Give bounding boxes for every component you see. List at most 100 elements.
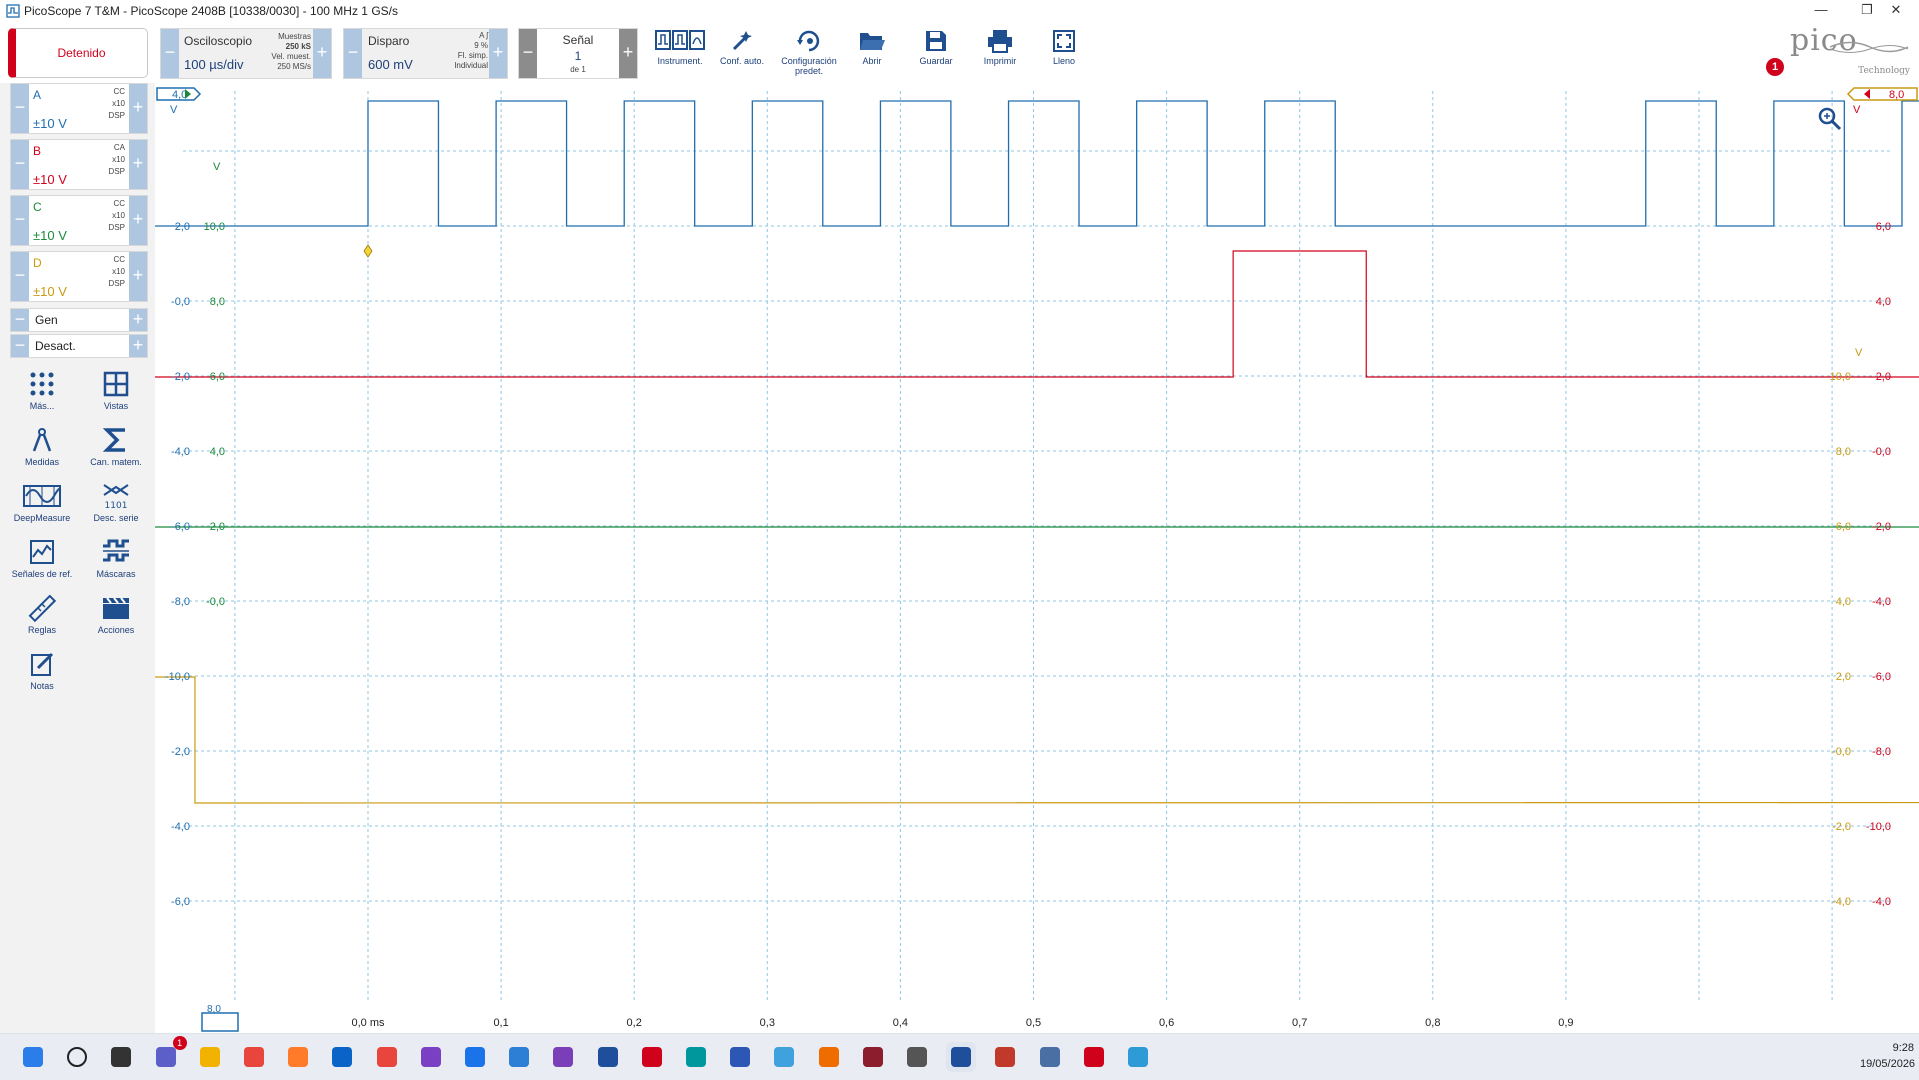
altium-icon[interactable]: [858, 1042, 888, 1072]
close-button[interactable]: ✕: [1873, 0, 1919, 22]
channel-d-decrease-button[interactable]: −: [11, 252, 29, 301]
instruments-button[interactable]: Instrument.: [650, 28, 710, 78]
oscilloscope-view[interactable]: 0,0 ms 0,1 0,2 0,3 0,4 0,5 0,6 0,7 0,8 0,9 4,0 2,0 -…: [0, 83, 1919, 1033]
erp-icon[interactable]: [990, 1042, 1020, 1072]
full-screen-button[interactable]: Lleno: [1034, 28, 1094, 78]
vscode-icon[interactable]: [504, 1042, 534, 1072]
windows-start-icon[interactable]: [18, 1042, 48, 1072]
open-button[interactable]: Abrir: [842, 28, 902, 78]
deepmeasure-button[interactable]: DeepMeasure: [6, 482, 78, 534]
trigger-position-percent[interactable]: 9 %: [442, 41, 488, 51]
channel-c-coupling[interactable]: CC: [109, 198, 125, 210]
channel-d-dsp[interactable]: DSP: [109, 278, 125, 290]
channel-c-increase-button[interactable]: +: [129, 196, 147, 245]
channel-d-coupling[interactable]: CC: [109, 254, 125, 266]
generator-state-row[interactable]: − Desact. +: [10, 334, 148, 358]
channel-a-panel[interactable]: − A CC x10 DSP ±10 V +: [10, 83, 148, 134]
channel-b-probe[interactable]: x10: [109, 154, 125, 166]
channel-b-increase-button[interactable]: +: [129, 140, 147, 189]
signal-previous-button[interactable]: −: [519, 29, 537, 78]
math-channels-button[interactable]: Can. matem.: [80, 426, 152, 478]
channel-a-range[interactable]: ±10 V: [33, 116, 67, 131]
zoom-icon[interactable]: [1818, 107, 1842, 131]
notes-button[interactable]: Notas: [6, 650, 78, 702]
generator-decrease-button[interactable]: −: [11, 309, 29, 331]
anydesk-icon[interactable]: [372, 1042, 402, 1072]
file-explorer-icon[interactable]: [195, 1042, 225, 1072]
channel-a-decrease-button[interactable]: −: [11, 84, 29, 133]
trigger-increase-button[interactable]: +: [489, 29, 507, 78]
default-setup-button[interactable]: Configuración predet.: [776, 28, 842, 78]
channel-a-probe[interactable]: x10: [109, 98, 125, 110]
trigger-marker[interactable]: [363, 244, 373, 258]
timebase-increase-button[interactable]: +: [313, 29, 331, 78]
trigger-mode[interactable]: Individual: [442, 61, 488, 71]
signal-next-button[interactable]: +: [619, 29, 637, 78]
channel-c-range[interactable]: ±10 V: [33, 228, 67, 243]
left-axis-marker[interactable]: 4,0: [156, 87, 202, 101]
system-clock[interactable]: 9:28 19/05/2026: [1860, 1040, 1915, 1072]
generator-state-decrease-button[interactable]: −: [11, 335, 29, 357]
waveform-canvas[interactable]: 0,0 ms 0,1 0,2 0,3 0,4 0,5 0,6 0,7 0,8 0,9 4,0 2,0 -…: [0, 83, 1919, 1033]
right-axis-marker[interactable]: 8,0: [1846, 87, 1918, 101]
network-icon[interactable]: [1035, 1042, 1065, 1072]
office-app-icon[interactable]: [814, 1042, 844, 1072]
teams-icon[interactable]: 1: [151, 1036, 187, 1072]
samples-value[interactable]: 250 kS: [265, 42, 311, 52]
channel-b-dsp[interactable]: DSP: [109, 166, 125, 178]
maps-icon[interactable]: [460, 1042, 490, 1072]
signal-generator-row[interactable]: − Gen +: [10, 308, 148, 332]
channel-d-panel[interactable]: − D CC x10 DSP ±10 V +: [10, 251, 148, 302]
obsidian-icon[interactable]: [416, 1042, 446, 1072]
arduino-icon[interactable]: [681, 1042, 711, 1072]
visual-studio-icon[interactable]: [548, 1042, 578, 1072]
trigger-decrease-button[interactable]: −: [344, 29, 362, 78]
task-view-icon[interactable]: [106, 1042, 136, 1072]
channel-d-increase-button[interactable]: +: [129, 252, 147, 301]
channel-a-increase-button[interactable]: +: [129, 84, 147, 133]
minimize-button[interactable]: —: [1798, 0, 1844, 22]
run-stop-button[interactable]: Detenido: [8, 28, 148, 78]
views-button[interactable]: Vistas: [80, 370, 152, 422]
reference-waveforms-button[interactable]: Señales de ref.: [6, 538, 78, 590]
globe-app-icon[interactable]: [1123, 1042, 1153, 1072]
measurements-button[interactable]: Medidas: [6, 426, 78, 478]
masks-button[interactable]: Máscaras: [80, 538, 152, 590]
cube-red-icon[interactable]: [637, 1042, 667, 1072]
channel-d-range[interactable]: ±10 V: [33, 284, 67, 299]
save-button[interactable]: Guardar: [906, 28, 966, 78]
generator-state-increase-button[interactable]: +: [129, 335, 147, 357]
channel-b-decrease-button[interactable]: −: [11, 140, 29, 189]
channel-d-probe[interactable]: x10: [109, 266, 125, 278]
timebase-value[interactable]: 100 µs/div: [184, 57, 244, 72]
picoscope-icon[interactable]: [946, 1042, 977, 1072]
trigger-channel[interactable]: A: [479, 31, 484, 40]
channel-a-coupling[interactable]: CC: [109, 86, 125, 98]
actions-button[interactable]: Acciones: [80, 594, 152, 646]
channel-c-decrease-button[interactable]: −: [11, 196, 29, 245]
print-button[interactable]: Imprimir: [970, 28, 1030, 78]
channel-c-probe[interactable]: x10: [109, 210, 125, 222]
trigger-type[interactable]: Fl. simp.: [442, 51, 488, 61]
channel-b-coupling[interactable]: CA: [109, 142, 125, 154]
diagram-app-icon[interactable]: [769, 1042, 799, 1072]
outlook-icon[interactable]: [327, 1042, 357, 1072]
serial-decoding-button[interactable]: 1101 Desc. serie: [80, 482, 152, 534]
timebase-decrease-button[interactable]: −: [161, 29, 179, 78]
channel-c-dsp[interactable]: DSP: [109, 222, 125, 234]
notification-badge[interactable]: 1: [1766, 58, 1784, 76]
channel-b-panel[interactable]: − B CA x10 DSP ±10 V +: [10, 139, 148, 190]
jlink-icon[interactable]: [593, 1042, 623, 1072]
search-icon[interactable]: [62, 1042, 92, 1072]
kicad-icon[interactable]: [725, 1042, 755, 1072]
channel-a-dsp[interactable]: DSP: [109, 110, 125, 122]
generator-increase-button[interactable]: +: [129, 309, 147, 331]
chrome-icon[interactable]: [239, 1042, 269, 1072]
autosetup-button[interactable]: Conf. auto.: [712, 28, 772, 78]
kinetic-icon[interactable]: [902, 1042, 932, 1072]
channel-c-panel[interactable]: − C CC x10 DSP ±10 V +: [10, 195, 148, 246]
channel-b-range[interactable]: ±10 V: [33, 172, 67, 187]
more-button[interactable]: Más...: [6, 370, 78, 422]
trigger-level-value[interactable]: 600 mV: [368, 57, 413, 72]
bottom-axis-marker[interactable]: 8,0: [201, 1004, 239, 1032]
